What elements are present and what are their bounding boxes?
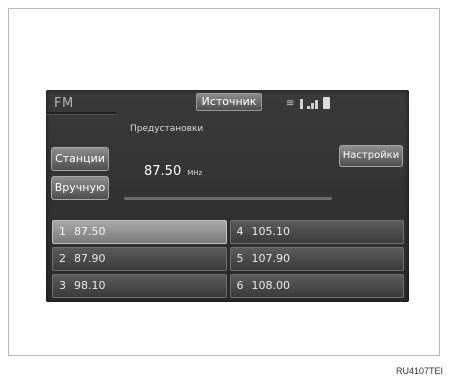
figure-caption: RU4107TEI — [395, 366, 443, 376]
preset-button-3[interactable]: 3 98.10 — [52, 274, 227, 298]
preset-number: 2 — [59, 252, 66, 265]
frequency-bar — [124, 197, 332, 200]
manual-button[interactable]: Вручную — [51, 176, 109, 200]
frequency-display: 87.50 MHz — [144, 164, 202, 179]
preset-number: 1 — [59, 225, 66, 238]
presets-title: Предустановки — [130, 124, 204, 134]
preset-frequency: 105.10 — [251, 225, 291, 238]
wifi-icon: ≋ — [286, 98, 295, 109]
preset-button-6[interactable]: 6 108.00 — [229, 274, 404, 298]
frequency-value: 87.50 — [144, 164, 182, 179]
status-bar: ≋ — [286, 95, 330, 109]
preset-grid: 1 87.50 4 105.10 2 87.90 5 107.90 3 98.1… — [52, 220, 404, 298]
preset-button-5[interactable]: 5 107.90 — [229, 247, 404, 271]
band-label: FM — [54, 96, 74, 111]
preset-number: 3 — [59, 279, 66, 292]
signal-icon — [307, 99, 319, 109]
bluetooth-icon — [300, 99, 303, 109]
source-button[interactable]: Источник — [196, 93, 262, 111]
preset-button-4[interactable]: 4 105.10 — [229, 220, 404, 244]
preset-frequency: 87.50 — [74, 225, 106, 238]
battery-icon — [323, 97, 330, 109]
frequency-unit: MHz — [187, 169, 203, 177]
preset-button-1[interactable]: 1 87.50 — [52, 220, 227, 244]
preset-number: 4 — [236, 225, 244, 238]
preset-frequency: 87.90 — [74, 252, 106, 265]
header-divider — [46, 112, 116, 115]
preset-frequency: 108.00 — [251, 279, 291, 292]
settings-button[interactable]: Настройки — [339, 145, 403, 167]
preset-number: 5 — [236, 252, 244, 265]
stations-button[interactable]: Станции — [51, 147, 109, 171]
radio-screen: FM Источник ≋ Предустановки Станции Вруч… — [46, 90, 409, 302]
preset-frequency: 107.90 — [251, 252, 291, 265]
preset-button-2[interactable]: 2 87.90 — [52, 247, 227, 271]
preset-number: 6 — [236, 279, 244, 292]
preset-frequency: 98.10 — [74, 279, 106, 292]
